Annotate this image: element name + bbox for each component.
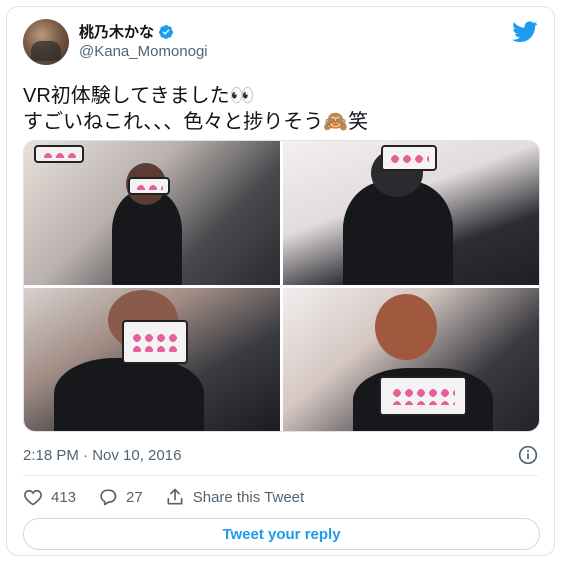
avatar[interactable]: [23, 19, 69, 65]
vr-headset: [34, 145, 84, 163]
photo-head: [375, 293, 437, 360]
tweet-your-reply-button[interactable]: Tweet your reply: [23, 518, 540, 550]
tweet-actions: 413 27 Share this Tweet: [23, 487, 326, 507]
share-action[interactable]: Share this Tweet: [165, 487, 304, 507]
share-label: Share this Tweet: [192, 488, 305, 506]
like-count: 413: [51, 488, 77, 506]
media-photo-2[interactable]: [283, 141, 539, 285]
twitter-bird-icon[interactable]: [512, 21, 538, 43]
like-action[interactable]: 413: [23, 487, 76, 507]
heart-icon: [24, 489, 42, 506]
share-icon: [167, 488, 183, 505]
photo-figure: [54, 357, 204, 431]
media-photo-4[interactable]: [283, 287, 539, 431]
media-photo-1[interactable]: [24, 141, 280, 285]
info-icon[interactable]: [518, 445, 538, 465]
tweet-card: 桃乃木かな @Kana_Momonogi VR初体験してきました👀 すごいねこれ…: [6, 6, 555, 556]
author-handle[interactable]: @Kana_Momonogi: [79, 43, 208, 60]
reply-icon: [100, 489, 117, 506]
photo-figure: [112, 191, 182, 285]
tweet-timestamp[interactable]: 2:18 PM · Nov 10, 2016: [23, 447, 181, 464]
vr-headset: [122, 319, 188, 364]
divider: [23, 475, 538, 476]
author-name-row: 桃乃木かな: [79, 21, 174, 42]
vr-headset: [381, 145, 437, 171]
media-grid: [23, 140, 540, 432]
tweet-text: VR初体験してきました👀 すごいねこれ、、、色々と捗りそう🙈笑: [23, 85, 369, 133]
author-display-name[interactable]: 桃乃木かな: [79, 21, 154, 42]
reply-action[interactable]: 27: [98, 487, 143, 507]
vr-headset: [128, 177, 170, 195]
reply-count: 27: [126, 488, 143, 506]
verified-badge-icon: [159, 24, 174, 39]
media-photo-3[interactable]: [24, 287, 280, 431]
vr-box-held: [379, 375, 467, 416]
